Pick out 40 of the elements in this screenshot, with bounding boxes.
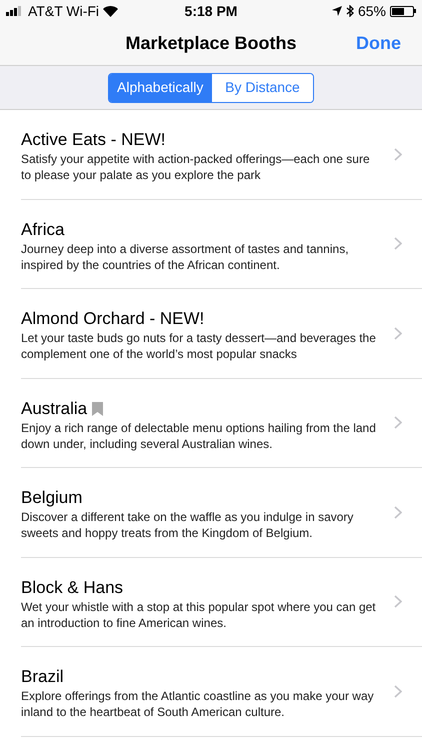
booth-name: Brazil	[21, 666, 64, 688]
location-arrow-icon	[332, 6, 342, 16]
chevron-right-icon	[394, 416, 402, 430]
chevron-right-icon	[394, 237, 402, 250]
booth-row[interactable]: Australia Enjoy a rich range of delectable menu options hailing from the land down under, including several Australian wines.	[21, 378, 422, 468]
booth-description: Explore offerings from the Atlantic coastline as you make your way inland to the heartbeat of South American culture.	[21, 688, 375, 720]
booth-description: Satisfy your appetite with action-packed offerings—each one sure to please your palate as you explore the park	[21, 151, 371, 184]
booth-name: Australia	[21, 398, 88, 420]
booth-row[interactable]: Brazil Explore offerings from the Atlantic coastline as you make your way inland to the heartbeat of South American culture.	[21, 647, 422, 736]
booth-row[interactable]: Belgium Discover a different take on the waffle as you indulge in savory sweets and hoppy treats from the Kingdom of Belgium.	[21, 468, 422, 558]
chevron-right-icon	[394, 595, 402, 608]
chevron-right-icon	[394, 326, 402, 340]
sort-tab[interactable]: Alphabetically	[109, 74, 211, 102]
chevron-right-icon	[394, 684, 402, 698]
clock-text: 5:18 PM	[184, 2, 238, 20]
bluetooth-icon	[346, 5, 354, 17]
booth-name: Active Eats - NEW!	[21, 129, 166, 152]
booth-name: Block & Hans	[21, 576, 124, 599]
booth-row[interactable]: Almond Orchard - NEW! Let your taste buds go nuts for a tasty dessert—and beverages the complement one of the world’s most popular snacks	[21, 289, 422, 378]
chevron-right-icon	[394, 148, 402, 161]
sort-tab[interactable]: By Distance	[211, 74, 313, 102]
chevron-right-icon	[394, 506, 402, 519]
booth-description: Discover a different take on the waffle as you indulge in savory sweets and hoppy treats from the Kingdom of Belgium.	[21, 509, 354, 542]
booth-row[interactable]: Block & Hans Wet your whistle with a stop at this popular spot where you can get an introduction to fine American wines.	[21, 558, 422, 647]
carrier-text: AT&T Wi-Fi	[28, 2, 100, 20]
booth-row[interactable]: Africa Journey deep into a diverse assortment of tastes and tannins, inspired by the countries of the African continent.	[21, 200, 422, 289]
wifi-icon	[103, 6, 118, 16]
booth-description: Enjoy a rich range of delectable menu options hailing from the land down under, including several Australian wines.	[21, 420, 377, 452]
signal-icon	[6, 6, 24, 16]
booth-name: Africa	[21, 218, 64, 241]
battery-icon	[390, 6, 416, 16]
nav-title: Marketplace Booths	[125, 32, 297, 55]
booth-name: Belgium	[21, 487, 82, 510]
booth-description: Wet your whistle with a stop at this popular spot where you can get an introduction to fine American wines.	[21, 598, 377, 631]
booth-description: Let your taste buds go nuts for a tasty dessert—and beverages the complement one of the world’s most popular snacks	[21, 330, 377, 362]
booth-name: Almond Orchard - NEW!	[21, 308, 204, 330]
battery-percent: 65%	[358, 2, 386, 20]
booth-row[interactable]: Active Eats - NEW! Satisfy your appetite with action-packed offerings—each one sure to please your palate as you explore the park	[21, 110, 422, 200]
booth-description: Journey deep into a diverse assortment of tastes and tannins, inspired by the countries of the African continent.	[21, 240, 350, 273]
done-button[interactable]: Done	[356, 30, 401, 57]
